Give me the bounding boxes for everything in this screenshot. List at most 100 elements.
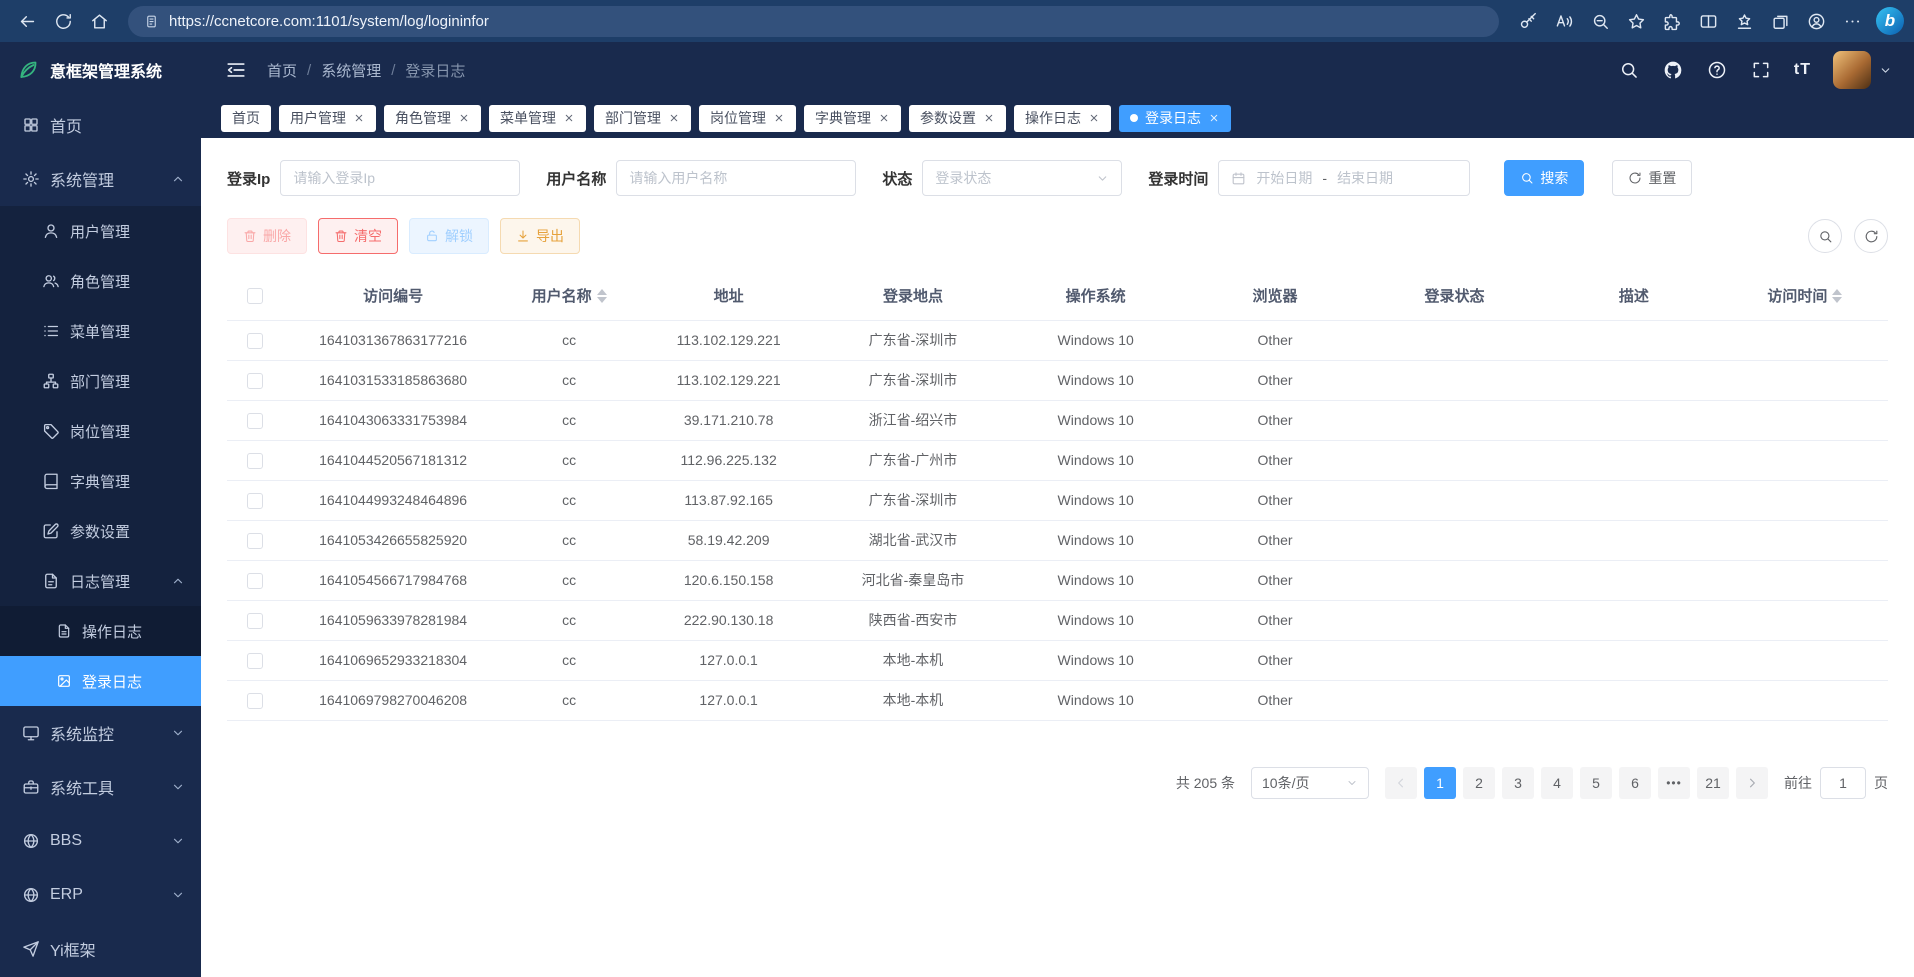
sidebar-item-2[interactable]: 用户管理 [0, 206, 201, 256]
sidebar-item-11[interactable]: 登录日志 [0, 656, 201, 706]
search-button[interactable]: 搜索 [1504, 160, 1584, 196]
profile-button[interactable] [1799, 4, 1833, 38]
date-range-picker[interactable]: 开始日期 - 结束日期 [1218, 160, 1470, 196]
row-checkbox[interactable] [247, 333, 263, 349]
tab-1[interactable]: 用户管理 [279, 105, 376, 132]
delete-button[interactable]: 删除 [227, 218, 307, 254]
next-page-button[interactable] [1736, 767, 1768, 799]
sidebar-item-8[interactable]: 参数设置 [0, 506, 201, 556]
export-button[interactable]: 导出 [500, 218, 580, 254]
select-all-checkbox[interactable] [247, 288, 263, 304]
favorites-bar-button[interactable] [1727, 4, 1761, 38]
column-header-8[interactable]: 访问时间 [1722, 272, 1888, 320]
zoom-out-button[interactable] [1583, 4, 1617, 38]
cell-0-5: Other [1187, 320, 1363, 360]
row-checkbox[interactable] [247, 373, 263, 389]
sidebar-item-15[interactable]: ERP [0, 868, 201, 922]
row-checkbox[interactable] [247, 493, 263, 509]
chevron-up-icon [171, 574, 185, 588]
key-button[interactable] [1511, 4, 1545, 38]
tab-3[interactable]: 菜单管理 [489, 105, 586, 132]
extensions-button[interactable] [1655, 4, 1689, 38]
tab-8[interactable]: 操作日志 [1014, 105, 1111, 132]
page-button-3[interactable]: 3 [1502, 767, 1534, 799]
reset-button[interactable]: 重置 [1612, 160, 1692, 196]
tab-4[interactable]: 部门管理 [594, 105, 691, 132]
tab-6[interactable]: 字典管理 [804, 105, 901, 132]
refresh-button[interactable] [46, 4, 80, 38]
sidebar-item-3[interactable]: 角色管理 [0, 256, 201, 306]
sidebar-item-4[interactable]: 菜单管理 [0, 306, 201, 356]
cell-9-3: 本地-本机 [822, 680, 1005, 720]
row-checkbox[interactable] [247, 533, 263, 549]
sidebar-item-5[interactable]: 部门管理 [0, 356, 201, 406]
row-checkbox[interactable] [247, 613, 263, 629]
gear-icon [22, 170, 40, 188]
tab-5[interactable]: 岗位管理 [699, 105, 796, 132]
sidebar-item-13[interactable]: 系统工具 [0, 760, 201, 814]
page-button-6[interactable]: 6 [1619, 767, 1651, 799]
more-button[interactable] [1835, 4, 1869, 38]
text-size-button[interactable]: tT [1794, 59, 1811, 81]
tab-9[interactable]: 登录日志 [1119, 105, 1231, 132]
refresh-table-button[interactable] [1854, 219, 1888, 253]
row-checkbox[interactable] [247, 693, 263, 709]
page-button-5[interactable]: 5 [1580, 767, 1612, 799]
clear-button[interactable]: 清空 [318, 218, 398, 254]
back-button[interactable] [10, 4, 44, 38]
breadcrumb-item[interactable]: 首页 [267, 60, 297, 81]
tab-2[interactable]: 角色管理 [384, 105, 481, 132]
sidebar-item-1[interactable]: 系统管理 [0, 152, 201, 206]
sidebar-item-10[interactable]: 操作日志 [0, 606, 201, 656]
home-button[interactable] [82, 4, 116, 38]
chevron-down-icon [1346, 777, 1358, 789]
goto-page-input[interactable] [1820, 767, 1866, 799]
row-checkbox[interactable] [247, 413, 263, 429]
sidebar-item-14[interactable]: BBS [0, 814, 201, 868]
unlock-icon [425, 229, 439, 243]
row-checkbox[interactable] [247, 573, 263, 589]
prev-page-button[interactable] [1385, 767, 1417, 799]
breadcrumb-item[interactable]: 系统管理 [321, 60, 381, 81]
row-checkbox[interactable] [247, 653, 263, 669]
page-button-4[interactable]: 4 [1541, 767, 1573, 799]
login-ip-input[interactable] [280, 160, 520, 196]
page-button-1[interactable]: 1 [1424, 767, 1456, 799]
user-name-input[interactable] [616, 160, 856, 196]
sidebar-item-9[interactable]: 日志管理 [0, 556, 201, 606]
sort-caret-icon[interactable] [597, 289, 607, 303]
page-size-select[interactable]: 10条/页 [1251, 767, 1369, 799]
page-button-2[interactable]: 2 [1463, 767, 1495, 799]
question-button[interactable] [1706, 59, 1728, 81]
address-bar[interactable]: https://ccnetcore.com:1101/system/log/lo… [128, 6, 1499, 37]
sidebar-item-7[interactable]: 字典管理 [0, 456, 201, 506]
sort-caret-icon[interactable] [1832, 289, 1842, 303]
cell-7-1: cc [503, 600, 636, 640]
sidebar-item-label: 菜单管理 [70, 321, 130, 342]
column-header-1[interactable]: 用户名称 [503, 272, 636, 320]
avatar[interactable] [1833, 51, 1871, 89]
github-button[interactable] [1662, 59, 1684, 81]
row-checkbox[interactable] [247, 453, 263, 469]
read-aloud-button[interactable] [1547, 4, 1581, 38]
sidebar-collapse-button[interactable] [223, 57, 249, 83]
status-select[interactable]: 登录状态 [922, 160, 1122, 196]
sidebar-item-6[interactable]: 岗位管理 [0, 406, 201, 456]
favorites-button[interactable] [1619, 4, 1653, 38]
split-screen-button[interactable] [1691, 4, 1725, 38]
copilot-button[interactable]: b [1876, 7, 1904, 35]
tab-label: 用户管理 [290, 108, 346, 128]
collections-button[interactable] [1763, 4, 1797, 38]
search-button[interactable] [1618, 59, 1640, 81]
sidebar-item-16[interactable]: Yi框架 [0, 922, 201, 976]
tab-7[interactable]: 参数设置 [909, 105, 1006, 132]
sidebar-item-12[interactable]: 系统监控 [0, 706, 201, 760]
sidebar-item-0[interactable]: 首页 [0, 98, 201, 152]
toggle-search-button[interactable] [1808, 219, 1842, 253]
unlock-button[interactable]: 解锁 [409, 218, 489, 254]
pager-ellipsis[interactable]: ••• [1658, 767, 1690, 799]
fullscreen-button[interactable] [1750, 59, 1772, 81]
page-button-21[interactable]: 21 [1697, 767, 1729, 799]
tab-0[interactable]: 首页 [221, 105, 271, 132]
close-icon [1208, 112, 1220, 124]
